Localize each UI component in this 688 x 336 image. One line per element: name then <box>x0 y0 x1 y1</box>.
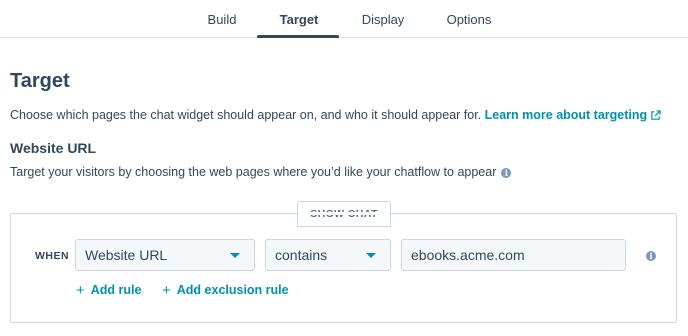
description-text: Choose which pages the chat widget shoul… <box>10 108 482 122</box>
chevron-down-icon <box>366 253 376 258</box>
learn-more-link[interactable]: Learn more about targeting <box>485 108 662 122</box>
website-url-heading: Website URL <box>10 140 97 156</box>
info-icon[interactable]: i <box>646 251 656 261</box>
tab-bar: Build Target Display Options <box>0 0 688 38</box>
tab-display[interactable]: Display <box>355 0 411 38</box>
operator-select[interactable]: contains <box>265 239 391 271</box>
tab-target[interactable]: Target <box>260 0 338 38</box>
page-description: Choose which pages the chat widget shoul… <box>10 108 661 122</box>
field-select[interactable]: Website URL <box>75 239 255 271</box>
external-link-icon <box>651 110 661 120</box>
tab-build[interactable]: Build <box>196 0 248 38</box>
add-rule-button[interactable]: + Add rule <box>76 282 141 299</box>
active-tab-indicator <box>257 35 339 38</box>
chevron-down-icon <box>230 253 240 258</box>
url-value-input[interactable] <box>401 239 626 271</box>
when-label: WHEN <box>35 250 70 262</box>
plus-icon: + <box>162 282 171 299</box>
website-url-description: Target your visitors by choosing the web… <box>10 165 512 179</box>
tab-options[interactable]: Options <box>441 0 497 38</box>
info-icon[interactable]: i <box>501 168 512 178</box>
plus-icon: + <box>76 282 85 299</box>
page-title: Target <box>10 70 70 92</box>
add-exclusion-rule-button[interactable]: + Add exclusion rule <box>162 282 289 299</box>
